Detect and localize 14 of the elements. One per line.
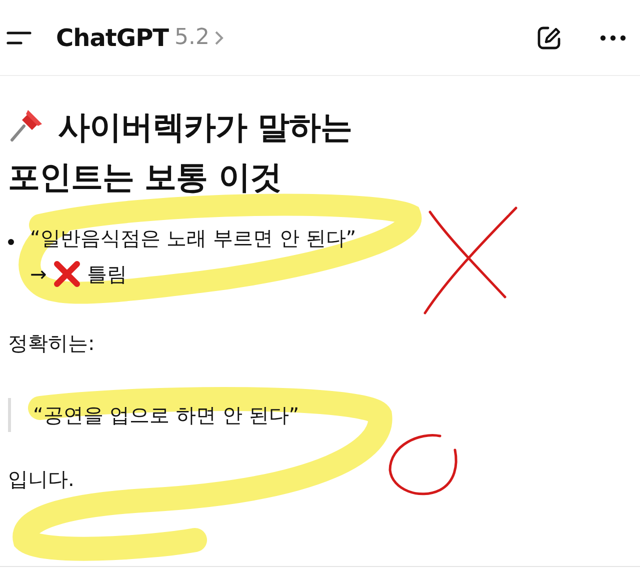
menu-icon[interactable] [6,28,32,46]
app-title: ChatGPT [56,24,169,52]
arrow-glyph: → [30,261,47,288]
cross-icon [52,260,81,288]
answer-heading: 사이버렉카가 말하는 포인트는 보통 이것 [8,105,354,198]
more-icon[interactable] [600,34,626,42]
lead-text: 정확히는: [8,330,96,357]
verdict-text: 틀림 [86,261,127,288]
circle-mark [388,434,458,496]
model-version: 5.2 [174,25,210,50]
bullet-icon [8,239,14,245]
chevron-icon[interactable] [214,30,224,46]
new-chat-icon[interactable] [536,24,562,50]
closing-text: 입니다. [8,466,74,493]
